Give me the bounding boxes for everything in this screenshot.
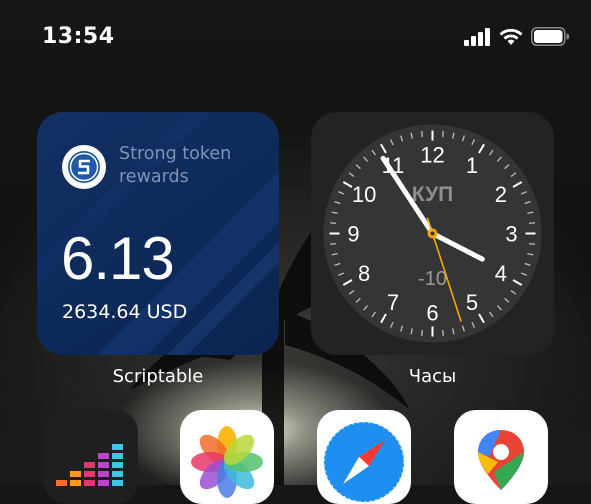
google-maps-app-icon[interactable] bbox=[454, 410, 548, 504]
wifi-icon bbox=[499, 28, 523, 45]
clock-numeral: 3 bbox=[505, 222, 517, 247]
deezer-bar-segment bbox=[70, 471, 81, 477]
deezer-bar-segment bbox=[84, 471, 95, 477]
deezer-bar-segment bbox=[112, 471, 123, 477]
widget-label-scriptable: Scriptable bbox=[112, 366, 204, 387]
clock-numeral: 8 bbox=[358, 261, 370, 286]
clock-numeral: 9 bbox=[347, 222, 359, 247]
safari-app-icon[interactable] bbox=[317, 410, 411, 504]
battery-icon bbox=[531, 27, 569, 46]
clock-tick bbox=[528, 242, 536, 245]
status-icons bbox=[464, 27, 569, 46]
clock-tick bbox=[329, 222, 337, 225]
deezer-bar-segment bbox=[98, 462, 109, 468]
clock-tick bbox=[329, 242, 337, 245]
clock-tick bbox=[441, 130, 444, 138]
deezer-bar-segment bbox=[56, 480, 67, 486]
clock-numeral: 10 bbox=[352, 182, 376, 207]
deezer-bar-segment bbox=[112, 462, 123, 468]
token-reward-value: 6.13 bbox=[61, 225, 175, 292]
clock-tick bbox=[421, 329, 424, 337]
clock-numeral: 5 bbox=[466, 290, 478, 315]
analog-clock-face: 12 1234567891011 КУП -10 bbox=[323, 124, 542, 343]
clock-numeral: 7 bbox=[387, 290, 399, 315]
widget-title: Strong token rewards bbox=[119, 144, 232, 187]
deezer-bar-segment bbox=[70, 480, 81, 486]
deezer-bar-segment bbox=[84, 462, 95, 468]
deezer-bar-segment bbox=[112, 444, 123, 450]
photos-app-icon[interactable] bbox=[180, 410, 274, 504]
strong-token-widget[interactable]: Strong token rewards 6.13 2634.64 USD bbox=[37, 112, 279, 355]
clock-offset-label: -10 bbox=[418, 268, 447, 290]
deezer-bar-segment bbox=[98, 453, 109, 459]
status-time: 13:54 bbox=[42, 24, 115, 49]
clock-numeral: 12 bbox=[420, 143, 444, 168]
clock-numeral: 2 bbox=[495, 182, 507, 207]
clock-city-label: КУП bbox=[412, 183, 454, 206]
clock-tick bbox=[421, 130, 424, 138]
clock-numeral: 1 bbox=[466, 153, 478, 178]
clock-tick bbox=[528, 222, 536, 225]
clock-numeral: 4 bbox=[495, 261, 507, 286]
deezer-bar-segment bbox=[112, 480, 123, 486]
deezer-app-icon[interactable] bbox=[44, 410, 138, 504]
strong-token-logo-icon bbox=[62, 145, 106, 189]
cellular-signal-icon bbox=[464, 27, 490, 46]
deezer-bar-segment bbox=[84, 480, 95, 486]
deezer-bar-segment bbox=[98, 471, 109, 477]
clock-tick bbox=[441, 329, 444, 337]
usd-value: 2634.64 USD bbox=[62, 301, 188, 323]
clock-numeral: 6 bbox=[426, 301, 438, 326]
deezer-bar-segment bbox=[112, 453, 123, 459]
widget-label-clock: Часы bbox=[408, 366, 457, 387]
clock-widget[interactable]: 12 1 2 3 4 5 6 7 8 9 10 11 КУП -10 bbox=[311, 112, 554, 355]
deezer-bar-segment bbox=[98, 480, 109, 486]
